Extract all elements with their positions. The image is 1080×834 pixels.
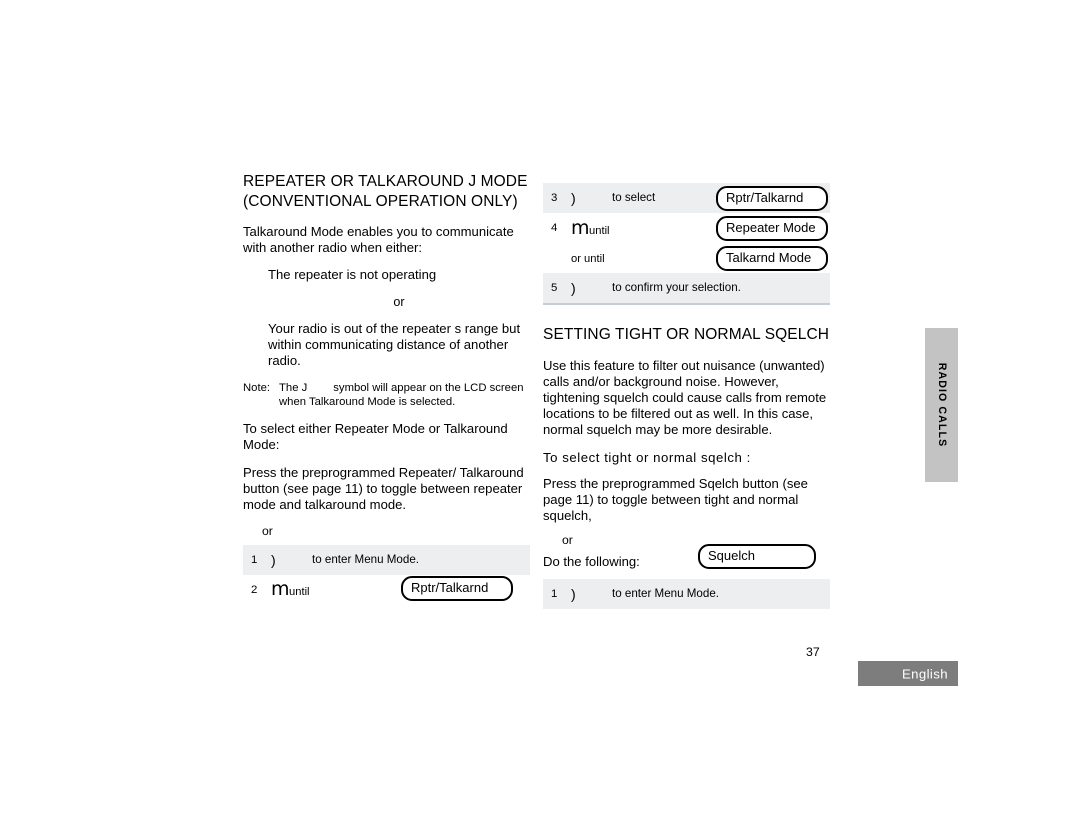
- table-row[interactable]: 1 ) to enter Menu Mode.: [543, 579, 830, 610]
- menu-key-icon: ): [571, 586, 576, 603]
- lcd-display-squelch: Squelch: [698, 544, 816, 569]
- left-column: REPEATER OR TALKAROUND J MODE (CONVENTIO…: [243, 172, 530, 605]
- scroll-key-icon: muntil: [267, 578, 310, 601]
- or-until-text: or until: [571, 253, 605, 266]
- page-title: REPEATER OR TALKAROUND J MODE (CONVENTIO…: [243, 173, 528, 210]
- step-text: to enter Menu Mode.: [612, 587, 719, 601]
- lcd-display: Rptr/Talkarnd: [716, 185, 830, 211]
- manual-page: REPEATER OR TALKAROUND J MODE (CONVENTIO…: [0, 0, 1080, 834]
- language-badge: English: [858, 661, 958, 686]
- step-number: 1: [551, 588, 558, 601]
- language-badge-label: English: [901, 666, 948, 681]
- step-text: to confirm your selection.: [612, 281, 741, 294]
- squelch-step-table: 1 ) to enter Menu Mode.: [543, 579, 830, 610]
- lcd-label: Rptr/Talkarnd: [716, 185, 828, 211]
- or-divider: or: [393, 295, 405, 310]
- note-text-line2: when Talkaround Mode is selected.: [279, 395, 456, 408]
- page-number: 37: [806, 645, 820, 659]
- until-label: until: [589, 224, 610, 237]
- step-number: 1: [251, 553, 258, 566]
- menu-key-icon: ): [571, 280, 576, 296]
- menu-key-icon: ): [571, 190, 576, 206]
- lcd-display-rptr-talkarnd-left: Rptr/Talkarnd: [401, 576, 513, 601]
- step-number: 5: [551, 282, 558, 294]
- scroll-glyph: m: [271, 578, 290, 601]
- note-text-after: symbol will appear on the LCD screen: [333, 381, 524, 394]
- bullet-repeater-not-operating: The repeater is not operating: [268, 267, 437, 283]
- table-row[interactable]: 3 ) to select Rptr/Talkarnd: [543, 183, 830, 213]
- step-number: 3: [551, 192, 558, 204]
- note-text-before: The J: [279, 381, 308, 394]
- squelch-instruction: Press the preprogrammed Sqelch button (s…: [543, 475, 808, 524]
- or-until-label: or until: [567, 250, 623, 265]
- chapter-side-tab-label: RADIO CALLS: [935, 362, 948, 448]
- table-row[interactable]: or until Talkarnd Mode: [543, 243, 830, 273]
- step-number: 2: [251, 583, 258, 596]
- scroll-key-icon: muntil: [567, 216, 623, 239]
- bullet-out-of-range: Your radio is out of the repeater s rang…: [268, 321, 521, 369]
- note-label: Note:: [243, 381, 271, 394]
- step-number: 4: [551, 222, 558, 234]
- lcd-label: Repeater Mode: [716, 215, 828, 241]
- lcd-label: Squelch: [698, 544, 816, 569]
- until-label: until: [289, 586, 310, 599]
- chapter-side-tab: RADIO CALLS: [925, 328, 958, 482]
- lead-in-paragraph: To select either Repeater Mode or Talkar…: [243, 421, 508, 453]
- squelch-body-paragraph: Use this feature to filter out nuisance …: [543, 357, 827, 437]
- note-block: Note: The J symbol will appear on the LCD…: [243, 381, 530, 410]
- intro-paragraph: Talkaround Mode enables you to communica…: [243, 224, 514, 256]
- menu-key-icon: ): [271, 551, 276, 568]
- table-row[interactable]: 4 muntil Repeater Mode: [543, 213, 830, 243]
- lcd-label: Rptr/Talkarnd: [401, 576, 513, 601]
- lcd-display: Repeater Mode: [716, 215, 830, 241]
- or-label: or: [262, 523, 273, 538]
- squelch-subheading: To select tight or normal sqelch :: [543, 449, 751, 465]
- step-text: to select: [612, 191, 656, 204]
- lcd-display: Talkarnd Mode: [716, 245, 830, 271]
- step-text: to enter Menu Mode.: [312, 552, 419, 566]
- table-row[interactable]: 1 ) to enter Menu Mode.: [243, 544, 530, 575]
- scroll-glyph: m: [571, 216, 590, 239]
- instruction-paragraph: Press the preprogrammed Repeater/ Talkar…: [243, 464, 524, 512]
- note-body: The J symbol will appear on the LCD scree…: [279, 381, 530, 410]
- table-row[interactable]: 5 ) to confirm your selection.: [543, 273, 830, 305]
- lcd-label: Talkarnd Mode: [716, 245, 828, 271]
- squelch-section-title: SETTING TIGHT OR NORMAL SQELCH: [543, 326, 830, 343]
- right-step-table: 3 ) to select Rptr/Talkarnd 4 muntil Rep…: [543, 183, 830, 305]
